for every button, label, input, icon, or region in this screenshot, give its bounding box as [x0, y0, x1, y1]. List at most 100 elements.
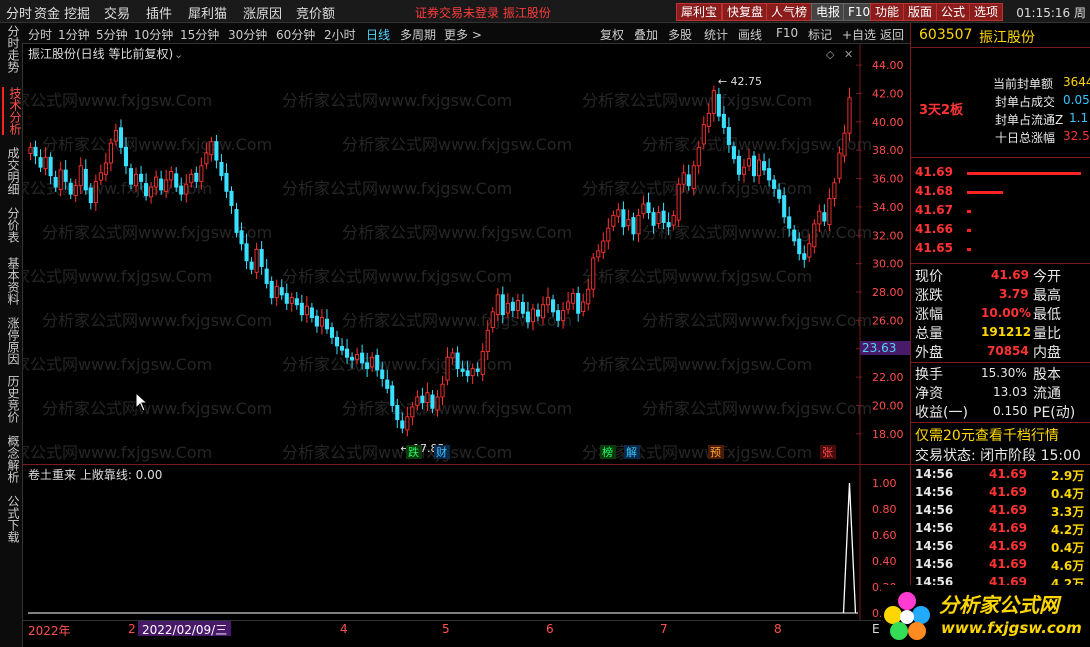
period-10m[interactable]: 10分钟 — [134, 26, 173, 43]
menu-item-jingjiae[interactable]: 竞价额 — [296, 3, 335, 22]
period-fenshi[interactable]: 分时 — [28, 26, 52, 43]
tab-jiben[interactable]: 基本资料 — [2, 257, 20, 305]
tool-tongji[interactable]: 统计 — [704, 26, 728, 43]
candle-up — [319, 317, 324, 327]
xilibao-button[interactable]: 犀利宝 — [676, 3, 723, 21]
event-marker-cai[interactable]: 财 — [436, 445, 447, 459]
period-5m[interactable]: 5分钟 — [96, 26, 128, 43]
dianbao-button[interactable]: 电报 — [811, 3, 846, 21]
tool-diejia[interactable]: 叠加 — [634, 26, 658, 43]
event-marker-die[interactable]: 跌 — [408, 445, 419, 459]
period-daily[interactable]: 日线 — [366, 26, 390, 43]
bid-row[interactable]: 41.68 — [915, 184, 1090, 202]
candle-down — [455, 352, 460, 370]
candle-down — [460, 368, 465, 372]
kuaifupan-button[interactable]: 快复盘 — [722, 3, 769, 21]
candle-down — [48, 156, 53, 177]
tool-f10[interactable]: F10 — [776, 26, 798, 40]
tool-zixuan[interactable]: +自选 — [842, 26, 876, 43]
tab-fenshi[interactable]: 分时走势 — [2, 25, 20, 73]
period-1m[interactable]: 1分钟 — [58, 26, 90, 43]
quote-label-high: 最高 — [1033, 288, 1061, 304]
quote-label-low: 最低 — [1033, 307, 1061, 323]
tab-zhangting[interactable]: 涨停原因 — [2, 317, 20, 365]
tool-fanhui[interactable]: 返回 — [880, 26, 904, 43]
menu-item-xilimao[interactable]: 犀利猫 — [188, 3, 227, 22]
candle-down — [666, 222, 671, 228]
menu-item-wajue[interactable]: 挖掘 — [64, 3, 90, 22]
stock-code[interactable]: 603507 — [919, 27, 972, 43]
tool-duogu[interactable]: 多股 — [668, 26, 692, 43]
menu-item-chajian[interactable]: 插件 — [146, 3, 172, 22]
period-more[interactable]: 更多 > — [444, 26, 482, 43]
candle-down — [329, 327, 335, 338]
menu-item-jiaoyi[interactable]: 交易 — [104, 3, 130, 22]
candle-down — [430, 394, 435, 409]
gongshi-button[interactable]: 公式 — [936, 3, 971, 21]
candle-up — [571, 292, 576, 304]
candle-down — [284, 293, 289, 304]
candle-up — [425, 392, 430, 404]
indicator-title[interactable]: 卷土重来 上敞靠线: 0.00 — [28, 467, 162, 482]
chart-title[interactable]: 振江股份(日线 等比前复权) — [28, 46, 173, 61]
tab-chengjiao[interactable]: 成交明细 — [2, 147, 20, 195]
watermark-text: 分析家公式网www.fxjgsw.Com — [642, 399, 872, 418]
menu-item-fenshi[interactable]: 分时 — [6, 3, 32, 22]
period-2h[interactable]: 2小时 — [324, 26, 356, 43]
promo-link[interactable]: 仅需20元查看千档行情 — [915, 425, 1059, 445]
candle-up — [671, 214, 676, 226]
tab-lishi[interactable]: 历史竞价 — [2, 375, 20, 423]
renqibang-button[interactable]: 人气榜 — [766, 3, 813, 21]
tab-jishu[interactable]: 技术分析 — [2, 87, 22, 135]
quote-label-pct: 涨幅 — [915, 307, 943, 323]
candle-down — [400, 420, 405, 429]
clock: 01:15:16 周 — [1016, 6, 1086, 20]
tick-price: 41.69 — [989, 557, 1027, 571]
event-marker-bang[interactable]: 榜 — [602, 445, 613, 459]
candle-up — [490, 311, 495, 328]
bid-row[interactable]: 41.65 — [915, 241, 1090, 259]
period-multi[interactable]: 多周期 — [400, 26, 436, 43]
candlestick-chart[interactable]: 分析家公式网www.fxjgsw.Com 分析家公式网www.fxjgsw.Com… — [22, 44, 910, 464]
tool-biaoji[interactable]: 标记 — [808, 26, 832, 43]
candle-up — [113, 129, 118, 142]
stock-name[interactable]: 振江股份 — [979, 27, 1035, 47]
candle-up — [691, 165, 696, 190]
candle-down — [324, 318, 330, 330]
xuanxiang-button[interactable]: 选项 — [969, 3, 1004, 21]
tool-huaxian[interactable]: 画线 — [738, 26, 762, 43]
tab-gainian[interactable]: 概念解析 — [2, 435, 20, 483]
tool-fuquan[interactable]: 复权 — [600, 26, 624, 43]
menu-item-zhangyuanyin[interactable]: 涨原因 — [243, 3, 282, 22]
candle-down — [68, 182, 73, 195]
period-15m[interactable]: 15分钟 — [180, 26, 219, 43]
menu-item-zijin[interactable]: 资金 — [34, 3, 60, 22]
period-30m[interactable]: 30分钟 — [228, 26, 267, 43]
bid-row[interactable]: 41.69 — [915, 165, 1090, 183]
indicator-chart[interactable]: 卷土重来 上敞靠线: 0.00 1.000.800.600.400.200.00 — [22, 464, 910, 621]
candle-up — [616, 209, 621, 217]
banmian-button[interactable]: 版面 — [903, 3, 938, 21]
event-marker-jie[interactable]: 解 — [626, 445, 637, 459]
candle-down — [621, 209, 626, 228]
tick-row: 14:56 41.69 2.9万 — [915, 467, 1090, 485]
candle-up — [78, 165, 83, 187]
diamond-icon[interactable]: ◇ — [826, 48, 835, 61]
seal-value-0: 3644 — [1063, 75, 1090, 89]
bid-row[interactable]: 41.66 — [915, 222, 1090, 240]
tab-gongshi[interactable]: 公式下载 — [2, 495, 20, 543]
high-price-label: ← 42.75 — [718, 75, 762, 88]
indicator-axis-label: 0.80 — [872, 503, 897, 516]
price-axis-label: 30.00 — [872, 258, 904, 271]
chevron-down-icon[interactable]: ⌄ — [174, 48, 183, 61]
tab-fenjia[interactable]: 分价表 — [2, 207, 20, 243]
fin-label-netasset: 净资 — [915, 386, 943, 402]
event-marker-yu[interactable]: 预 — [710, 446, 721, 459]
gongneng-button[interactable]: 功能 — [870, 3, 905, 21]
bid-row[interactable]: 41.67 — [915, 203, 1090, 221]
candle-down — [726, 127, 731, 145]
candle-down — [344, 348, 350, 358]
event-marker-zhang[interactable]: 张 — [822, 446, 833, 459]
close-icon[interactable]: ✕ — [844, 48, 853, 61]
period-60m[interactable]: 60分钟 — [276, 26, 315, 43]
